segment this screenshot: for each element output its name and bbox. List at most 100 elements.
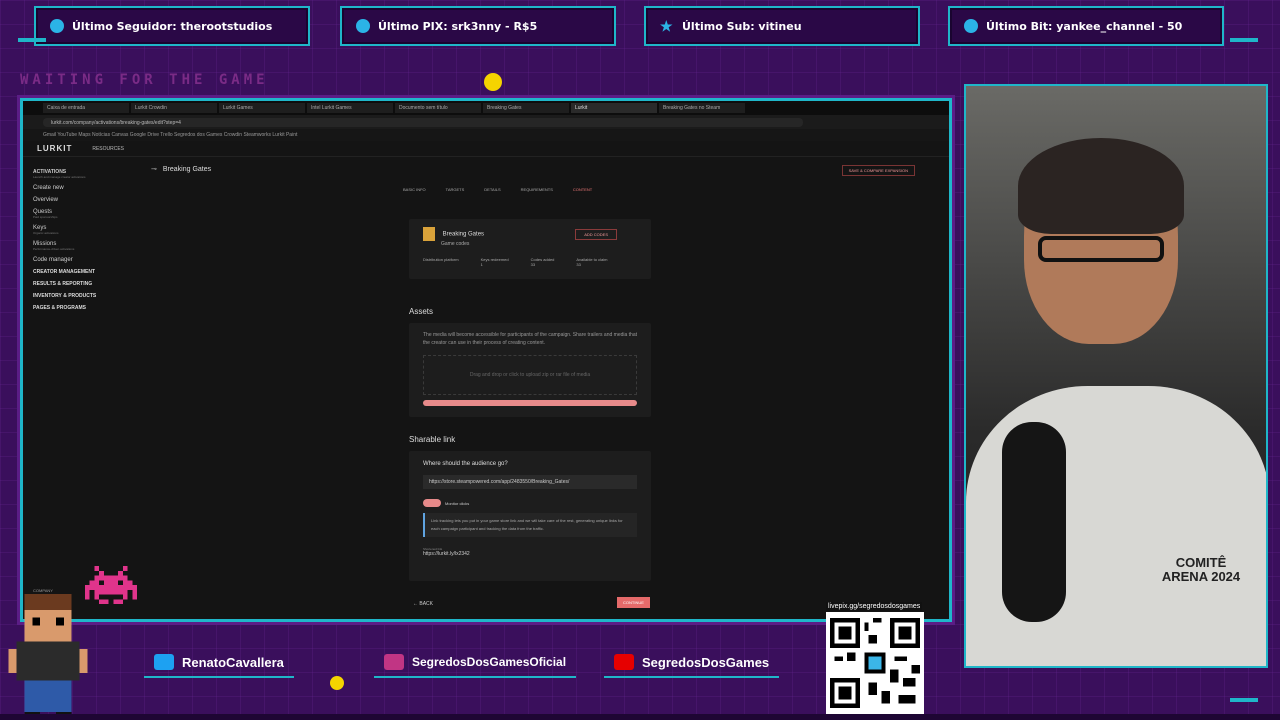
qr-pattern — [830, 618, 920, 708]
livepix-url: livepix.gg/segredosdosgames — [826, 602, 923, 611]
assets-description: The media will become accessible for par… — [423, 332, 637, 346]
sidebar-section-inventory[interactable]: INVENTORY & PRODUCTS — [33, 293, 141, 299]
sidebar-item-create-new[interactable]: Create new — [33, 185, 141, 191]
coin-icon — [330, 676, 344, 690]
sidebar-item-keys[interactable]: Keys Organic activations — [33, 225, 141, 235]
space-invader-icon — [84, 566, 138, 604]
step-content[interactable]: CONTENT — [573, 187, 592, 192]
sidebar-item-missions[interactable]: Missions Performance-driven activations — [33, 241, 141, 251]
stat-value: 1 — [480, 262, 483, 267]
heart-icon — [964, 19, 978, 33]
back-label: BACK — [419, 601, 434, 607]
browser-tab[interactable]: Breaking Gates no Steam — [659, 103, 745, 113]
stat-available: Available to claim 33 — [576, 257, 607, 267]
overlay-title: WAITING FOR THE GAME — [20, 72, 269, 88]
step-targets[interactable]: TARGETS — [446, 187, 465, 192]
dollar-icon — [356, 19, 370, 33]
ledge-decoration — [1230, 698, 1258, 702]
shirt-print: COMITÊ ARENA 2024 — [1161, 555, 1241, 584]
stat-value: 33 — [576, 262, 581, 267]
sidebar-company[interactable]: COMPANY — [33, 588, 53, 593]
browser-tab[interactable]: Caixa de entrada — [43, 103, 129, 113]
continue-button[interactable]: CONTINUE — [617, 597, 650, 608]
ticker-last-follower: Último Seguidor: therootstudios — [34, 6, 310, 46]
coin-icon — [484, 73, 502, 91]
shortened-link-value[interactable]: https://lurkit.ly/lx2342 — [423, 551, 637, 557]
sidebar-section-pages[interactable]: PAGES & PROGRAMS — [33, 305, 141, 311]
media-dropzone[interactable]: Drag and drop or click to upload zip or … — [423, 355, 637, 395]
stat-label: Keys redeemed — [480, 257, 509, 262]
ledge-decoration — [0, 714, 1280, 720]
sidebar-item-sub: Performance-driven activations — [33, 247, 75, 251]
browser-tab[interactable]: Lurkit Games — [219, 103, 305, 113]
livepix-qr-code[interactable] — [826, 612, 924, 714]
address-bar: lurkit.com/company/activations/breaking-… — [23, 115, 949, 129]
sidebar-section-creator[interactable]: CREATOR MANAGEMENT — [33, 269, 141, 275]
ledge-decoration — [18, 38, 46, 42]
sidebar-activations-sub: Launch and manage creator activations — [33, 175, 86, 179]
browser-window: Caixa de entrada Lurkit Crowdin Lurkit G… — [20, 98, 952, 622]
upload-progress-bar — [423, 400, 637, 406]
sidebar-item-quests[interactable]: Quests Paid sponsorships — [33, 209, 141, 219]
stat-label: Available to claim — [576, 257, 608, 262]
game-name: Breaking Gates — [442, 231, 485, 238]
twitter-icon — [154, 654, 174, 670]
streamer-glasses — [1038, 236, 1164, 262]
browser-tab[interactable]: Documento sem título — [395, 103, 481, 113]
ticker-text: Último Seguidor: therootstudios — [72, 19, 273, 33]
sidebar-item-code-manager[interactable]: Code manager — [33, 257, 141, 263]
stat-keys-redeemed: Keys redeemed 1 — [481, 257, 509, 267]
stepper: BASIC INFO TARGETS DETAILS REQUIREMENTS … — [403, 187, 592, 192]
browser-tab[interactable]: Lurkit Crowdin — [131, 103, 217, 113]
stat-codes-added: Codes added 33 — [531, 257, 555, 267]
stat-platform: Distribution platform — [423, 257, 459, 267]
browser-tab-active[interactable]: Lurkit — [571, 103, 657, 113]
back-button[interactable]: ← BACK — [413, 601, 433, 607]
sidebar-item-overview[interactable]: Overview — [33, 197, 141, 203]
back-arrow-icon[interactable]: ⊸ — [151, 165, 157, 173]
person-icon — [50, 19, 64, 33]
store-url-input[interactable]: https://store.steampowered.com/app/24835… — [423, 475, 637, 489]
resources-menu[interactable]: RESOURCES — [92, 146, 124, 152]
link-tracking-info: Link tracking lets you put in your game … — [423, 513, 637, 537]
browser-tab[interactable]: Breaking Gates — [483, 103, 569, 113]
lurkit-app: LURKIT RESOURCES ACTIVATIONS Launch and … — [23, 141, 949, 619]
sharable-link-card: Where should the audience go? https://st… — [409, 451, 651, 581]
assets-title: Assets — [409, 307, 434, 316]
ticker-text: Último Bit: yankee_channel - 50 — [986, 19, 1183, 33]
add-codes-button[interactable]: ADD CODES — [575, 229, 617, 240]
pixel-character-icon — [8, 594, 88, 720]
ticker-last-bit: Último Bit: yankee_channel - 50 — [948, 6, 1224, 46]
ticker-text: Último PIX: srk3nny - R$5 — [378, 19, 538, 33]
sidebar: ACTIVATIONS Launch and manage creator ac… — [23, 157, 141, 619]
main-content: ⊸ Breaking Gates SAVE & COMPARE EXPANSIO… — [143, 157, 935, 619]
instagram-handle: SegredosDosGamesOficial — [374, 648, 577, 678]
sidebar-section-results[interactable]: RESULTS & REPORTING — [33, 281, 141, 287]
page-title: Breaking Gates — [162, 165, 212, 173]
youtube-handle: SegredosDosGames — [604, 648, 780, 678]
game-stats: Distribution platform Keys redeemed 1 Cod… — [423, 257, 637, 267]
browser-tab[interactable]: Intel Lurkit Games — [307, 103, 393, 113]
monitor-clicks-toggle[interactable] — [423, 499, 441, 507]
browser-tabs: Caixa de entrada Lurkit Crowdin Lurkit G… — [23, 101, 949, 115]
ticker-text: Último Sub: vitineu — [682, 19, 802, 33]
step-details[interactable]: DETAILS — [484, 187, 500, 192]
game-thumbnail — [423, 227, 435, 241]
url-input[interactable]: lurkit.com/company/activations/breaking-… — [43, 117, 803, 127]
ticker-last-pix: Último PIX: srk3nny - R$5 — [340, 6, 616, 46]
step-basic-info[interactable]: BASIC INFO — [403, 187, 426, 192]
star-icon: ★ — [660, 18, 673, 34]
ledge-decoration — [1230, 38, 1258, 42]
sidebar-activations[interactable]: ACTIVATIONS Launch and manage creator ac… — [33, 169, 141, 179]
twitter-handle: RenatoCavallera — [144, 648, 294, 678]
bookmarks-bar[interactable]: Gmail YouTube Maps Notícias Canvas Googl… — [23, 129, 949, 141]
youtube-icon — [614, 654, 634, 670]
game-card: Breaking Gates Game codes ADD CODES Dist… — [409, 219, 651, 279]
microphone — [1002, 422, 1066, 622]
twitter-name: RenatoCavallera — [182, 654, 284, 670]
streamer-hair — [1018, 138, 1184, 234]
stat-label: Distribution platform — [423, 257, 459, 262]
lurkit-logo[interactable]: LURKIT — [37, 144, 72, 153]
save-expansion-button[interactable]: SAVE & COMPARE EXPANSION — [841, 165, 915, 176]
step-requirements[interactable]: REQUIREMENTS — [521, 187, 553, 192]
